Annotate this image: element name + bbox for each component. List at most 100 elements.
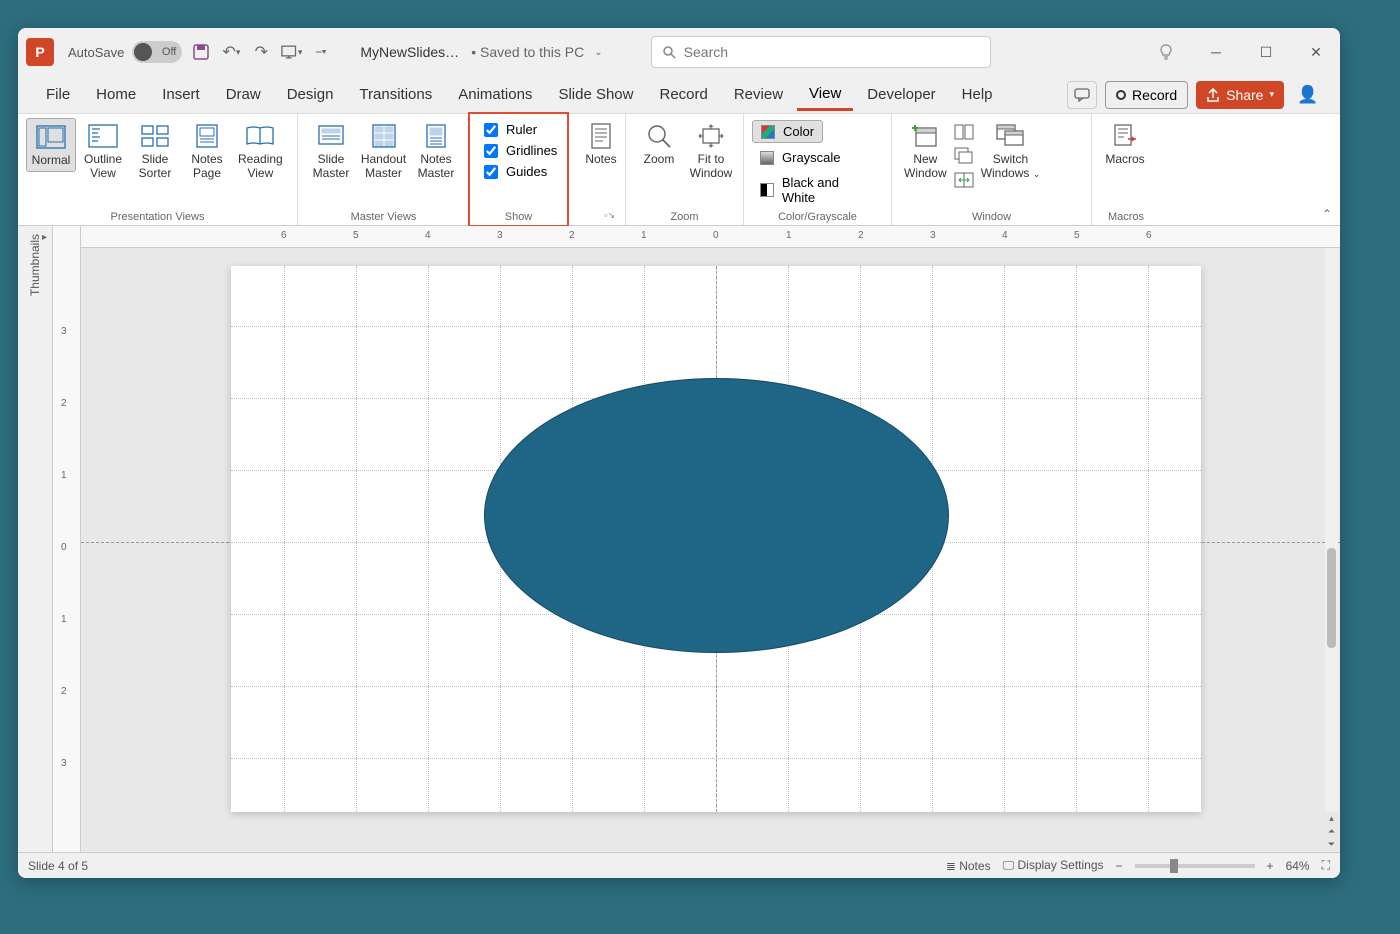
group-show: Ruler Gridlines Guides Show xyxy=(470,114,568,225)
save-status[interactable]: • Saved to this PC xyxy=(471,44,584,60)
slide-nav-arrows: ▴ ⏶ ⏷ xyxy=(1325,813,1338,850)
statusbar: Slide 4 of 5 ≣ Notes 🖵 Display Settings … xyxy=(18,852,1340,878)
autosave-toggle[interactable]: Off xyxy=(132,41,182,63)
tab-home[interactable]: Home xyxy=(84,80,148,109)
new-window-button[interactable]: New Window xyxy=(900,118,951,185)
share-icon xyxy=(1206,88,1220,102)
notes-button[interactable]: Notes xyxy=(576,118,626,170)
maximize-button[interactable]: ☐ xyxy=(1250,36,1282,68)
slide-master-button[interactable]: Slide Master xyxy=(306,118,356,185)
share-button[interactable]: Share ▾ xyxy=(1196,81,1284,109)
next-slide-double-button[interactable]: ⏷ xyxy=(1325,839,1338,850)
prev-slide-button[interactable]: ▴ xyxy=(1325,813,1338,824)
collapse-ribbon-button[interactable]: ⌃ xyxy=(1322,207,1332,221)
oval-shape[interactable] xyxy=(484,378,949,653)
tab-help[interactable]: Help xyxy=(950,80,1005,109)
undo-button[interactable]: ↶▾ xyxy=(220,41,242,63)
tab-insert[interactable]: Insert xyxy=(150,80,212,109)
display-settings-button[interactable]: 🖵 Display Settings xyxy=(1003,858,1104,873)
record-dot-icon xyxy=(1116,90,1126,100)
ruler-checkbox[interactable]: Ruler xyxy=(484,122,557,137)
chevron-down-icon: ▾ xyxy=(1269,89,1274,100)
tab-transitions[interactable]: Transitions xyxy=(347,80,444,109)
arrange-all-button[interactable] xyxy=(953,122,975,142)
notes-master-button[interactable]: Notes Master xyxy=(411,118,461,185)
close-button[interactable]: ✕ xyxy=(1300,36,1332,68)
tab-developer[interactable]: Developer xyxy=(855,80,947,109)
fit-to-window-button[interactable]: Fit to Window xyxy=(686,118,736,185)
save-button[interactable] xyxy=(190,41,212,63)
autosave-label: AutoSave xyxy=(68,45,124,60)
black-white-button[interactable]: Black and White xyxy=(752,172,883,208)
document-title[interactable]: MyNewSlides… xyxy=(360,44,459,60)
ribbon-tabs: File Home Insert Draw Design Transitions… xyxy=(18,76,1340,114)
tab-design[interactable]: Design xyxy=(275,80,346,109)
search-input[interactable] xyxy=(684,44,980,60)
search-box[interactable] xyxy=(651,36,991,68)
slide-canvas[interactable] xyxy=(231,266,1201,812)
horizontal-ruler[interactable]: 6 5 4 3 2 1 0 1 2 3 4 5 6 xyxy=(81,226,1340,248)
normal-view-button[interactable]: Normal xyxy=(26,118,76,172)
prev-slide-double-button[interactable]: ⏶ xyxy=(1325,826,1338,837)
cascade-button[interactable] xyxy=(953,146,975,166)
zoom-out-button[interactable]: − xyxy=(1116,859,1123,873)
switch-windows-button[interactable]: Switch Windows ⌄ xyxy=(977,118,1045,185)
titlebar: P AutoSave Off ↶▾ ↷ ▾ ⎯▾ MyNewSlides… • … xyxy=(18,28,1340,76)
group-macros: Macros Macros xyxy=(1092,114,1160,225)
zoom-percent[interactable]: 64% xyxy=(1286,859,1310,873)
canvas-area: 6 5 4 3 2 1 0 1 2 3 4 5 6 xyxy=(81,226,1340,852)
expand-thumbnails-icon[interactable]: ▸ xyxy=(42,232,47,243)
vertical-scrollbar[interactable] xyxy=(1325,248,1338,812)
group-window: New Window Switch Windows ⌄ Window xyxy=(892,114,1092,225)
account-icon[interactable]: 👤 xyxy=(1292,79,1324,111)
slide-counter[interactable]: Slide 4 of 5 xyxy=(28,859,88,873)
editor-area: ▸ Thumbnails 3 2 1 0 1 2 3 6 5 4 3 2 1 xyxy=(18,226,1340,852)
reading-view-button[interactable]: Reading View xyxy=(234,118,287,185)
handout-master-button[interactable]: Handout Master xyxy=(358,118,409,185)
gridlines-checkbox[interactable]: Gridlines xyxy=(484,143,557,158)
chevron-down-icon: ⌄ xyxy=(1033,169,1041,179)
move-split-button[interactable] xyxy=(953,170,975,190)
zoom-in-button[interactable]: + xyxy=(1267,859,1274,873)
redo-button[interactable]: ↷ xyxy=(250,41,272,63)
macros-button[interactable]: Macros xyxy=(1100,118,1150,170)
tab-draw[interactable]: Draw xyxy=(214,80,273,109)
save-status-dropdown-icon[interactable]: ⌄ xyxy=(594,47,602,58)
zoom-slider[interactable] xyxy=(1135,864,1255,868)
scrollbar-thumb[interactable] xyxy=(1327,548,1336,648)
tab-file[interactable]: File xyxy=(34,80,82,109)
tab-record[interactable]: Record xyxy=(647,80,719,109)
group-notes: Notes ▫↘ xyxy=(568,114,626,225)
comments-button[interactable] xyxy=(1067,81,1097,109)
thumbnails-pane[interactable]: ▸ Thumbnails xyxy=(18,226,53,852)
group-color-grayscale: Color Grayscale Black and White Color/Gr… xyxy=(744,114,892,225)
show-dialog-launcher[interactable]: ▫↘ xyxy=(604,210,615,221)
grayscale-button[interactable]: Grayscale xyxy=(752,147,849,168)
search-icon xyxy=(662,45,676,59)
fit-slide-button[interactable]: ⛶ xyxy=(1322,858,1330,873)
zoom-button[interactable]: Zoom xyxy=(634,118,684,170)
slide-sorter-button[interactable]: Slide Sorter xyxy=(130,118,180,185)
present-button[interactable]: ▾ xyxy=(280,41,302,63)
vertical-ruler[interactable]: 3 2 1 0 1 2 3 xyxy=(53,226,81,852)
outline-view-button[interactable]: Outline View xyxy=(78,118,128,185)
tab-slideshow[interactable]: Slide Show xyxy=(546,80,645,109)
color-button[interactable]: Color xyxy=(752,120,823,143)
minimize-button[interactable]: ─ xyxy=(1200,36,1232,68)
help-lightbulb-icon[interactable] xyxy=(1150,36,1182,68)
group-presentation-views: Normal Outline View Slide Sorter Notes P… xyxy=(18,114,298,225)
ribbon: Normal Outline View Slide Sorter Notes P… xyxy=(18,114,1340,226)
tab-animations[interactable]: Animations xyxy=(446,80,544,109)
notes-toggle[interactable]: ≣ Notes xyxy=(946,859,991,873)
color-swatch-icon xyxy=(761,125,775,139)
tab-view[interactable]: View xyxy=(797,79,853,111)
group-zoom: Zoom Fit to Window Zoom xyxy=(626,114,744,225)
group-master-views: Slide Master Handout Master Notes Master… xyxy=(298,114,470,225)
qat-customize-button[interactable]: ⎯▾ xyxy=(310,41,332,63)
record-button[interactable]: Record xyxy=(1105,81,1188,109)
app-window: P AutoSave Off ↶▾ ↷ ▾ ⎯▾ MyNewSlides… • … xyxy=(18,28,1340,878)
powerpoint-icon: P xyxy=(26,38,54,66)
tab-review[interactable]: Review xyxy=(722,80,795,109)
notes-page-button[interactable]: Notes Page xyxy=(182,118,232,185)
guides-checkbox[interactable]: Guides xyxy=(484,164,557,179)
